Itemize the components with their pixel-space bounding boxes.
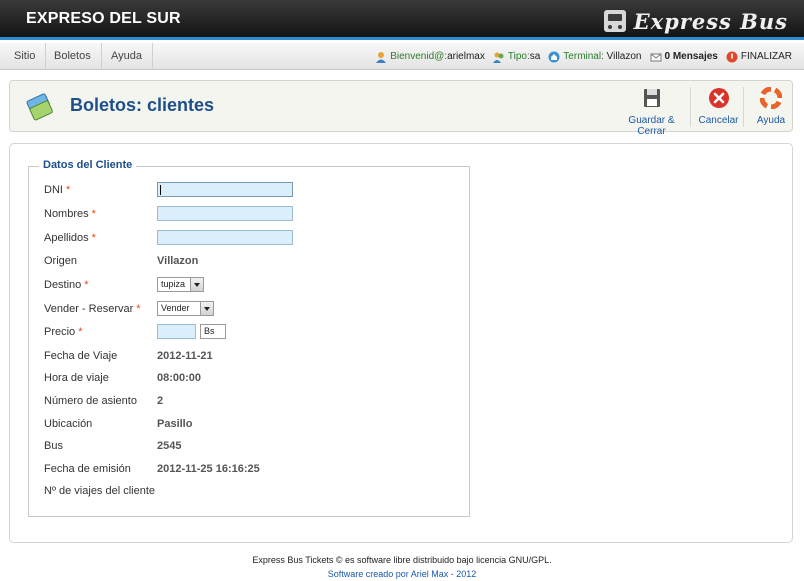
footer: Express Bus Tickets © es software libre …: [0, 553, 804, 581]
main-panel: Datos del Cliente DNI * Nombres * Apellido…: [9, 143, 793, 543]
ubicacion-value: Pasillo: [157, 418, 193, 430]
required-mark: *: [91, 232, 96, 244]
username: arielmax: [447, 51, 485, 62]
chevron-down-icon: [200, 302, 213, 315]
type-label: Tipo:: [507, 51, 530, 62]
menu-item-ayuda[interactable]: Ayuda: [101, 43, 153, 70]
origen-label: Origen: [44, 255, 78, 267]
nombres-row: Nombres *: [44, 206, 464, 224]
precio-input[interactable]: [157, 324, 196, 339]
users-icon: [492, 52, 504, 63]
save-close-label: Guardar & Cerrar: [628, 115, 675, 137]
precio-label: Precio: [44, 326, 76, 338]
emision-row: Fecha de emisión 2012-11-25 16:16:25: [44, 461, 464, 479]
currency-unit: Bs: [200, 324, 226, 339]
hora-row: Hora de viaje 08:00:00: [44, 370, 464, 388]
bus-row: Bus 2545: [44, 438, 464, 456]
fieldset-legend: Datos del Cliente: [39, 159, 137, 171]
logout-icon: [726, 51, 738, 62]
save-close-button[interactable]: Guardar & Cerrar: [613, 87, 691, 137]
menu-bar: Sitio Boletos Ayuda Bienvenid@: arielmax …: [0, 43, 804, 70]
cancel-button[interactable]: Cancelar: [698, 87, 744, 127]
ubicacion-label: Ubicación: [44, 418, 93, 430]
help-label: Ayuda: [756, 115, 786, 126]
asiento-label: Número de asiento: [44, 395, 137, 407]
dni-input[interactable]: [157, 182, 293, 197]
hora-value: 08:00:00: [157, 372, 202, 384]
apellidos-input[interactable]: [157, 230, 293, 245]
messages-link[interactable]: 0 Mensajes: [650, 51, 718, 63]
client-fieldset: Datos del Cliente DNI * Nombres * Apellido…: [28, 159, 470, 517]
emision-label: Fecha de emisión: [44, 463, 131, 475]
messages-count: 0 Mensajes: [664, 51, 718, 62]
destino-select[interactable]: tupiza: [157, 277, 204, 292]
brand-name: Express Bus: [633, 8, 788, 34]
required-mark: *: [136, 303, 141, 315]
asiento-value: 2: [157, 395, 164, 407]
viajes-row: Nº de viajes del cliente: [44, 483, 464, 501]
required-mark: *: [91, 208, 96, 220]
asiento-row: Número de asiento 2: [44, 393, 464, 411]
bus-label: Bus: [44, 440, 63, 452]
destino-selected: tupiza: [161, 279, 186, 289]
required-mark: *: [65, 184, 71, 196]
required-mark: *: [84, 279, 89, 291]
terminal-value: Villazon: [606, 51, 642, 62]
origen-row: Origen Villazon: [44, 253, 464, 271]
type-status: Tipo: sa: [492, 51, 541, 63]
dni-label: DNI: [44, 184, 63, 196]
app-title: EXPRESO DEL SUR: [26, 10, 181, 27]
terminal-label: Terminal:: [563, 51, 604, 62]
user-icon: [376, 51, 387, 63]
top-header: EXPRESO DEL SUR Express Bus: [0, 0, 804, 40]
precio-row: Precio * Bs: [44, 324, 464, 342]
cancel-icon: [708, 88, 729, 108]
required-mark: *: [78, 326, 83, 338]
destino-label: Destino: [44, 279, 82, 291]
hora-label: Hora de viaje: [44, 372, 109, 384]
destino-row: Destino * tupiza: [44, 277, 464, 295]
bus-icon: [603, 10, 626, 32]
chevron-down-icon: [190, 278, 203, 291]
apellidos-label: Apellidos: [44, 232, 89, 244]
type-value: sa: [529, 51, 541, 62]
menu-item-boletos[interactable]: Boletos: [44, 43, 102, 70]
page-title: Boletos: clientes: [70, 95, 215, 115]
dni-row: DNI *: [44, 182, 464, 200]
vender-row: Vender - Reservar * Vender: [44, 301, 464, 319]
status-bar: Bienvenid@: arielmax Tipo: sa Terminal: Vi…: [367, 43, 792, 70]
tickets-icon: [26, 93, 53, 121]
vender-selected: Vender: [161, 303, 190, 313]
fecha-viaje-value: 2012-11-21: [157, 350, 213, 362]
apellidos-row: Apellidos *: [44, 230, 464, 248]
logout-label: FINALIZAR: [740, 51, 792, 62]
emision-value: 2012-11-25 16:16:25: [157, 463, 260, 475]
origen-value: Villazon: [157, 255, 199, 267]
viajes-label: Nº de viajes del cliente: [44, 485, 156, 497]
cancel-label: Cancelar: [698, 115, 739, 126]
bus-value: 2545: [157, 440, 182, 452]
lifebuoy-icon: [759, 86, 783, 110]
vender-select[interactable]: Vender: [157, 301, 214, 316]
toolbar: Boletos: clientes Guardar & Cerrar Cance…: [9, 80, 793, 137]
welcome-status: Bienvenid@: arielmax: [375, 51, 485, 63]
footer-license: Express Bus Tickets © es software libre …: [252, 555, 552, 565]
fecha-viaje-label: Fecha de Viaje: [44, 350, 118, 362]
nombres-label: Nombres: [44, 208, 89, 220]
help-button[interactable]: Ayuda: [752, 86, 790, 127]
ubicacion-row: Ubicación Pasillo: [44, 416, 464, 434]
logout-link[interactable]: FINALIZAR: [726, 51, 792, 63]
message-icon: [650, 53, 661, 61]
vender-label: Vender - Reservar: [44, 303, 134, 315]
fecha-viaje-row: Fecha de Viaje 2012-11-21: [44, 348, 464, 366]
welcome-label: Bienvenid@:: [390, 51, 448, 62]
brand-logo: Express Bus: [603, 7, 788, 35]
menu-item-sitio[interactable]: Sitio: [4, 43, 47, 70]
home-icon: [548, 51, 560, 62]
floppy-icon: [643, 89, 660, 107]
nombres-input[interactable]: [157, 206, 293, 221]
terminal-status: Terminal: Villazon: [548, 51, 642, 63]
